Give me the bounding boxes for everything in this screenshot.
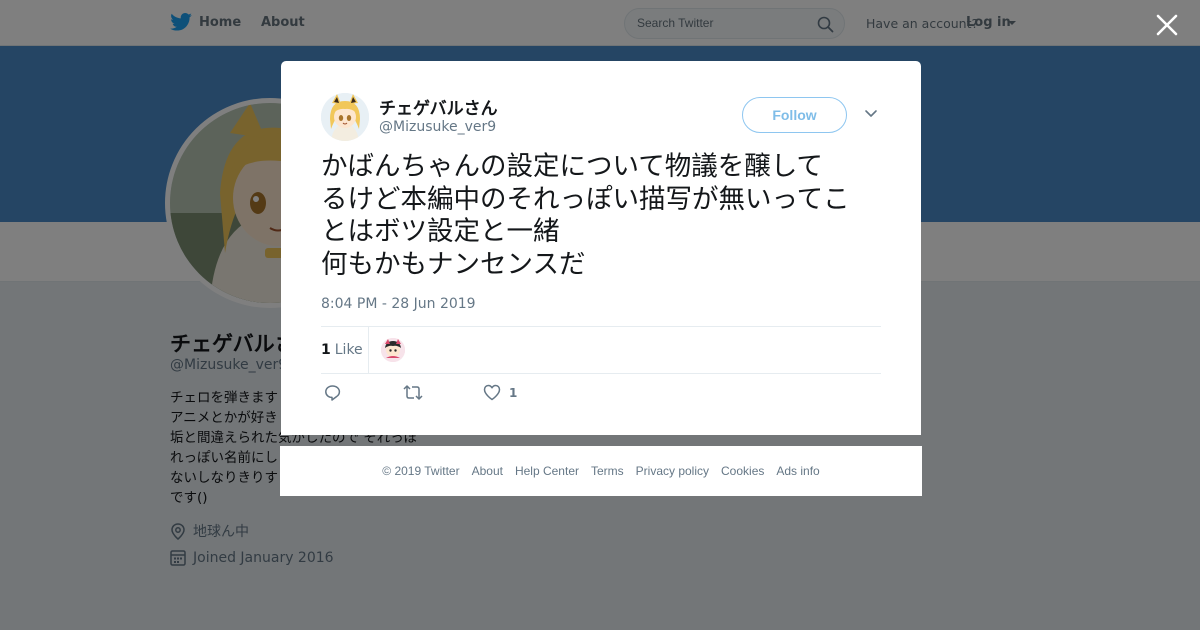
- like-stat-label: Like: [334, 342, 363, 358]
- tweet-timestamp[interactable]: 8:04 PM - 28 Jun 2019: [321, 296, 476, 312]
- tweet-author-name[interactable]: チェゲバルさん: [379, 94, 498, 119]
- tweet-actions: 1: [321, 384, 881, 406]
- tweet-text-line: るけど本編中のそれっぽい描写が無いってこ: [321, 183, 850, 215]
- reply-icon: [325, 385, 341, 401]
- footer-link-about[interactable]: About: [472, 464, 503, 478]
- footer-link-ads-info[interactable]: Ads info: [776, 464, 819, 478]
- footer-link-cookies[interactable]: Cookies: [721, 464, 764, 478]
- footer-link-privacy-policy[interactable]: Privacy policy: [636, 464, 709, 478]
- tweet-stats: 1 Like: [321, 326, 881, 374]
- follow-button[interactable]: Follow: [742, 97, 847, 133]
- heart-icon: [483, 384, 501, 401]
- close-icon[interactable]: [1154, 12, 1180, 38]
- footer-link-terms[interactable]: Terms: [591, 464, 624, 478]
- tweet-author-handle[interactable]: @Mizusuke_ver9: [379, 119, 496, 135]
- footer: © 2019 Twitter About Help Center Terms P…: [280, 446, 922, 496]
- like-stat[interactable]: 1 Like: [321, 342, 363, 358]
- tweet-text-line: かばんちゃんの設定について物議を醸して: [321, 151, 823, 182]
- tweet-text-line: とはボツ設定と一緒: [321, 216, 560, 247]
- tweet-text-line: 何もかもナンセンスだ: [321, 248, 586, 280]
- liker-avatar-illustration: [381, 338, 405, 362]
- chevron-down-icon[interactable]: [864, 109, 878, 119]
- liker-avatar[interactable]: [381, 338, 405, 362]
- like-button[interactable]: 1: [483, 384, 517, 401]
- retweet-icon: [403, 385, 423, 400]
- like-action-count: 1: [509, 385, 518, 400]
- footer-link-help-center[interactable]: Help Center: [515, 464, 579, 478]
- tweet-text: かばんちゃんの設定について物議を醸して るけど本編中のそれっぽい描写が無いってこ…: [321, 151, 896, 281]
- retweet-button[interactable]: [403, 384, 423, 401]
- tweet-modal: チェゲバルさん @Mizusuke_ver9 Follow かばんちゃんの設定に…: [281, 61, 921, 435]
- author-avatar-illustration: [321, 93, 369, 141]
- stat-divider: [368, 327, 369, 374]
- tweet-author-avatar[interactable]: [321, 93, 369, 141]
- like-stat-count: 1: [321, 342, 331, 358]
- footer-copyright: © 2019 Twitter: [382, 464, 460, 478]
- reply-button[interactable]: [324, 384, 341, 401]
